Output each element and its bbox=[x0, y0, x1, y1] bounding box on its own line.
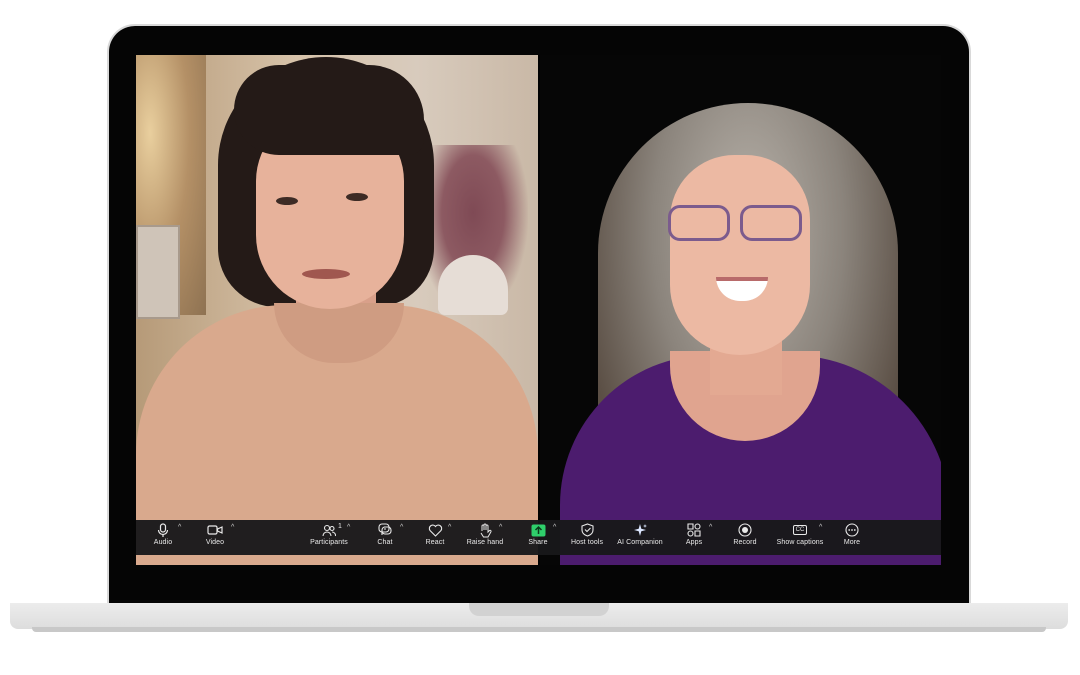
meeting-window: Audio ^ Video ^ Participants 1 ^ Chat ^ bbox=[136, 55, 941, 565]
apps-label: Apps bbox=[685, 539, 703, 546]
video-options-caret[interactable]: ^ bbox=[231, 524, 234, 531]
chat-icon bbox=[377, 522, 393, 538]
chat-label: Chat bbox=[377, 539, 393, 546]
audio-label: Audio bbox=[153, 539, 173, 546]
captions-icon: CC bbox=[792, 522, 808, 538]
participant-2-glasses bbox=[668, 205, 814, 241]
audio-button[interactable]: Audio bbox=[150, 522, 176, 554]
participant-1-lips bbox=[302, 269, 350, 279]
apps-options-caret[interactable]: ^ bbox=[709, 524, 712, 531]
react-label: React bbox=[425, 539, 445, 546]
hand-icon bbox=[477, 522, 493, 538]
record-icon bbox=[737, 522, 753, 538]
chat-button[interactable]: Chat bbox=[372, 522, 398, 554]
apps-button[interactable]: Apps bbox=[682, 522, 706, 554]
participant-1-eye bbox=[276, 197, 298, 205]
share-button[interactable]: Share bbox=[526, 522, 550, 554]
laptop-base-lip bbox=[32, 627, 1046, 632]
share-arrow-icon bbox=[530, 522, 546, 538]
chat-options-caret[interactable]: ^ bbox=[400, 524, 403, 531]
heart-icon bbox=[427, 522, 443, 538]
raise-hand-options-caret[interactable]: ^ bbox=[499, 524, 502, 531]
video-tile-participant-1[interactable] bbox=[136, 55, 538, 565]
react-options-caret[interactable]: ^ bbox=[448, 524, 451, 531]
participants-label: Participants bbox=[310, 539, 348, 546]
shield-icon bbox=[579, 522, 595, 538]
ai-companion-button[interactable]: AI Companion bbox=[614, 522, 666, 554]
participants-icon bbox=[321, 522, 337, 538]
more-button[interactable]: More bbox=[840, 522, 864, 554]
camera-icon bbox=[207, 522, 223, 538]
participants-count: 1 bbox=[338, 523, 342, 530]
meeting-toolbar: Audio ^ Video ^ Participants 1 ^ Chat ^ bbox=[136, 520, 941, 555]
video-tile-participant-2[interactable] bbox=[540, 55, 941, 565]
captions-options-caret[interactable]: ^ bbox=[819, 524, 822, 531]
record-button[interactable]: Record bbox=[732, 522, 758, 554]
participant-1-eye bbox=[346, 193, 368, 201]
background-shelf bbox=[136, 225, 180, 319]
participants-options-caret[interactable]: ^ bbox=[347, 524, 350, 531]
sparkle-icon bbox=[632, 522, 648, 538]
raise-hand-label: Raise hand bbox=[466, 539, 504, 546]
react-button[interactable]: React bbox=[422, 522, 448, 554]
participants-button[interactable]: Participants bbox=[306, 522, 352, 554]
show-captions-label: Show captions bbox=[776, 539, 824, 546]
laptop-notch bbox=[469, 603, 609, 616]
apps-icon bbox=[686, 522, 702, 538]
video-label: Video bbox=[205, 539, 225, 546]
participant-1-bangs bbox=[234, 65, 424, 155]
ai-companion-label: AI Companion bbox=[617, 539, 663, 546]
video-button[interactable]: Video bbox=[202, 522, 228, 554]
participant-2-face bbox=[670, 155, 810, 355]
record-label: Record bbox=[733, 539, 757, 546]
more-icon bbox=[844, 522, 860, 538]
host-tools-label: Host tools bbox=[570, 539, 604, 546]
audio-options-caret[interactable]: ^ bbox=[178, 524, 181, 531]
host-tools-button[interactable]: Host tools bbox=[568, 522, 606, 554]
more-label: More bbox=[843, 539, 861, 546]
share-label: Share bbox=[528, 539, 548, 546]
microphone-icon bbox=[155, 522, 171, 538]
share-options-caret[interactable]: ^ bbox=[553, 524, 556, 531]
